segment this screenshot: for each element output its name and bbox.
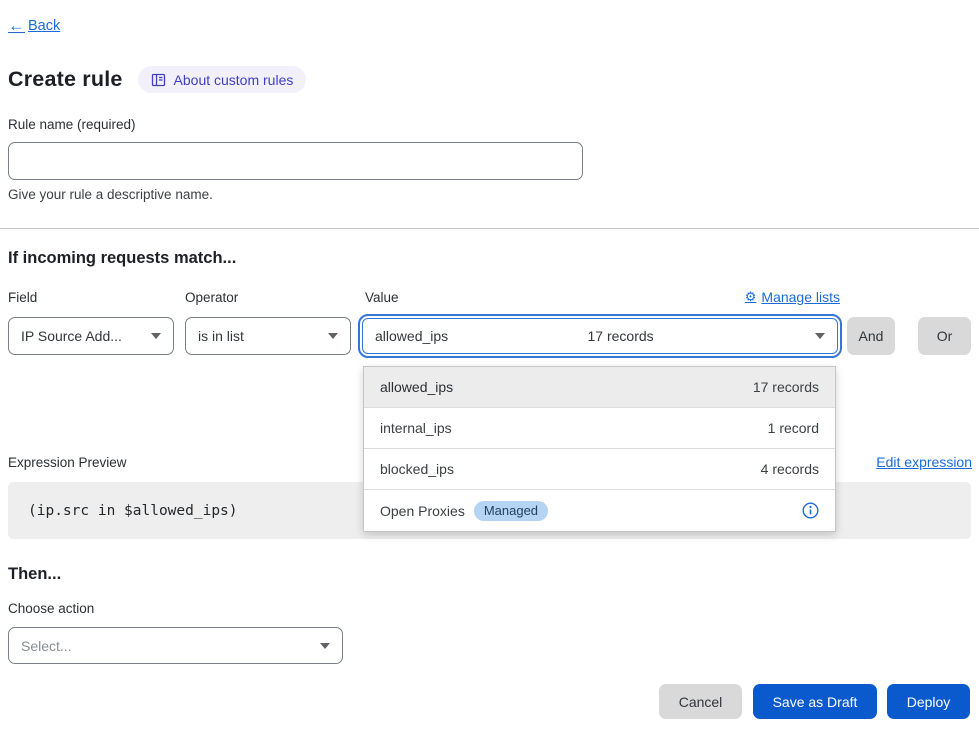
action-select[interactable]: Select...: [8, 627, 343, 664]
list-option-open-proxies[interactable]: Open Proxies Managed: [364, 490, 835, 531]
then-section-heading: Then...: [8, 565, 61, 584]
deploy-button[interactable]: Deploy: [887, 684, 970, 719]
choose-action-label: Choose action: [8, 601, 94, 616]
book-icon: [151, 73, 166, 87]
info-icon[interactable]: [802, 502, 819, 519]
rule-name-input[interactable]: [8, 142, 583, 180]
chevron-down-icon: [320, 643, 330, 649]
value-select-records-count: 17 records: [588, 328, 654, 344]
field-select[interactable]: IP Source Add...: [8, 317, 174, 355]
managed-badge: Managed: [474, 501, 548, 521]
list-option-name: Open Proxies: [380, 503, 465, 519]
operator-select[interactable]: is in list: [185, 317, 351, 355]
match-section-heading: If incoming requests match...: [8, 249, 236, 268]
value-select-value: allowed_ips: [375, 328, 448, 344]
chevron-down-icon: [328, 333, 338, 339]
create-rule-page: ←Back Create rule About custom rules Rul…: [0, 0, 979, 739]
back-link-label: Back: [28, 18, 60, 34]
value-select-focus-ring: allowed_ips 17 records: [358, 314, 842, 358]
or-button[interactable]: Or: [918, 317, 971, 355]
edit-expression-link[interactable]: Edit expression: [876, 454, 972, 470]
list-option-name: blocked_ips: [380, 461, 454, 477]
and-button[interactable]: And: [847, 317, 895, 355]
expression-code: (ip.src in $allowed_ips): [28, 503, 238, 519]
chevron-down-icon: [151, 333, 161, 339]
action-select-placeholder: Select...: [21, 638, 72, 654]
back-link[interactable]: ←Back: [8, 17, 60, 34]
section-divider: [0, 228, 979, 229]
manage-lists-label: Manage lists: [761, 289, 840, 305]
list-option-allowed-ips[interactable]: allowed_ips 17 records: [364, 367, 835, 408]
manage-lists-link[interactable]: ⚙ Manage lists: [745, 289, 840, 305]
value-select[interactable]: allowed_ips 17 records: [362, 318, 838, 354]
operator-select-value: is in list: [198, 328, 244, 344]
about-badge-label: About custom rules: [174, 72, 294, 88]
list-option-internal-ips[interactable]: internal_ips 1 record: [364, 408, 835, 449]
lists-dropdown-panel: allowed_ips 17 records internal_ips 1 re…: [363, 366, 836, 532]
chevron-down-icon: [815, 333, 825, 339]
rule-name-help-text: Give your rule a descriptive name.: [8, 187, 213, 202]
save-as-draft-button[interactable]: Save as Draft: [753, 684, 877, 719]
expression-preview-label: Expression Preview: [8, 455, 127, 470]
list-option-blocked-ips[interactable]: blocked_ips 4 records: [364, 449, 835, 490]
title-row: Create rule About custom rules: [8, 66, 306, 93]
page-title: Create rule: [8, 67, 123, 92]
list-option-name: internal_ips: [380, 420, 452, 436]
back-arrow-icon: ←: [8, 17, 25, 34]
value-label: Value: [365, 290, 399, 305]
cancel-button[interactable]: Cancel: [659, 684, 742, 719]
list-option-name: allowed_ips: [380, 379, 453, 395]
list-option-records: 4 records: [761, 461, 819, 477]
field-select-value: IP Source Add...: [21, 328, 122, 344]
gear-icon: ⚙: [745, 289, 757, 305]
list-option-records: 17 records: [753, 379, 819, 395]
operator-label: Operator: [185, 290, 238, 305]
list-option-records: 1 record: [768, 420, 819, 436]
field-label: Field: [8, 290, 37, 305]
about-custom-rules-badge[interactable]: About custom rules: [138, 66, 307, 93]
rule-name-label: Rule name (required): [8, 117, 136, 132]
